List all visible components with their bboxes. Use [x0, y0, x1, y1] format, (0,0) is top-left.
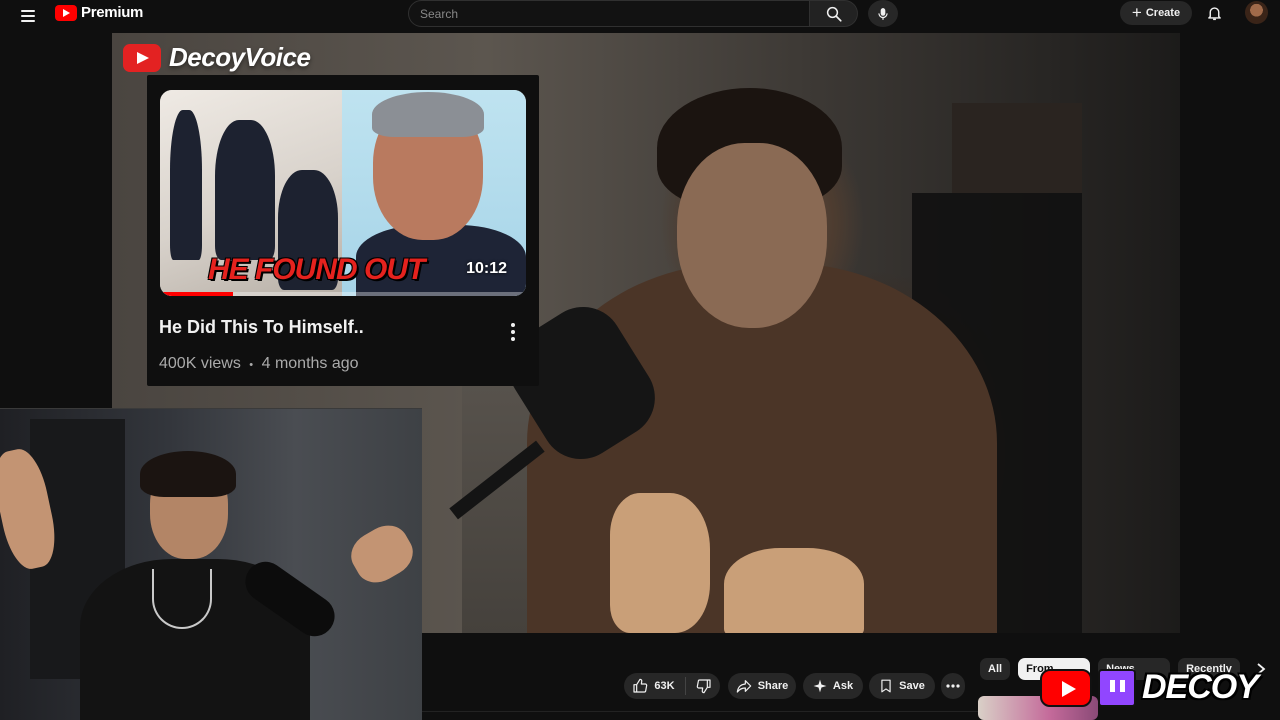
ask-button[interactable]: Ask: [803, 673, 863, 699]
avatar[interactable]: [1245, 1, 1268, 24]
twitch-icon: [1098, 668, 1136, 707]
video-duration: 10:12: [466, 260, 507, 277]
create-label: Create: [1145, 7, 1181, 19]
more-icon: [946, 684, 960, 688]
youtube-logo-icon: [1040, 668, 1092, 707]
channel-brand-banner: DecoyVoice: [123, 42, 311, 73]
youtube-logo-icon: [55, 4, 77, 21]
save-label: Save: [899, 680, 925, 692]
watch-progress-fill: [160, 292, 234, 296]
divider: [422, 711, 978, 720]
streamer-facecam: [0, 408, 422, 720]
view-count: 400K views: [159, 355, 241, 372]
facecam-chain: [152, 569, 212, 629]
share-label: Share: [757, 680, 789, 692]
dislike-button[interactable]: [692, 678, 712, 694]
notifications-button[interactable]: [1202, 2, 1226, 24]
youtube-logo-icon: [123, 43, 161, 72]
masthead: Premium + Create: [0, 0, 1280, 32]
search-icon: [826, 6, 842, 22]
more-options-icon[interactable]: [505, 319, 521, 345]
like-button[interactable]: 63K: [632, 677, 686, 695]
like-count: 63K: [654, 680, 675, 692]
video-thumbnail[interactable]: HE FOUND OUT 10:12: [160, 90, 526, 296]
youtube-premium-logo[interactable]: Premium: [55, 4, 143, 21]
share-icon: [736, 680, 751, 693]
video-scene-cabinet: [952, 103, 1082, 193]
video-scene-patch: [724, 548, 864, 633]
plus-icon: +: [1131, 2, 1142, 22]
mic-icon: [878, 7, 888, 20]
like-dislike-group: 63K: [624, 673, 720, 699]
share-button[interactable]: Share: [728, 673, 796, 699]
search-box[interactable]: [408, 0, 810, 27]
thumbnail-man-hair: [372, 92, 484, 137]
ask-label: Ask: [832, 680, 854, 692]
search-button[interactable]: [810, 0, 858, 27]
facecam-hair: [140, 451, 236, 497]
video-title[interactable]: He Did This To Himself..: [159, 317, 364, 338]
voice-search-button[interactable]: [868, 0, 898, 27]
search-input[interactable]: [420, 6, 809, 21]
facecam-hand: [343, 517, 421, 591]
video-scene-face: [677, 143, 827, 328]
streamer-name: DECOY: [1142, 668, 1259, 706]
create-button[interactable]: + Create: [1120, 1, 1192, 25]
thumbnail-figure: [215, 120, 275, 260]
save-icon: [881, 679, 891, 693]
chip-all[interactable]: All: [980, 658, 1011, 680]
streamer-branding: DECOY: [1040, 668, 1259, 707]
more-actions-button[interactable]: [941, 673, 965, 699]
video-scene-patch: [610, 493, 710, 633]
sparkle-icon: [813, 679, 827, 693]
upload-age: 4 months ago: [261, 355, 359, 372]
bell-icon: [1207, 7, 1221, 21]
thumbnail-caption: HE FOUND OUT: [208, 253, 425, 286]
thumbnail-figure: [170, 110, 202, 260]
meta-separator: •: [249, 359, 254, 371]
dislike-icon: [696, 679, 711, 694]
logo-text: Premium: [81, 4, 144, 21]
menu-icon[interactable]: [14, 5, 42, 27]
video-card[interactable]: HE FOUND OUT 10:12 He Did This To Himsel…: [147, 75, 539, 386]
save-button[interactable]: Save: [869, 673, 935, 699]
like-icon: [633, 678, 648, 693]
channel-brand-name: DecoyVoice: [169, 42, 311, 72]
video-meta: 400K views • 4 months ago: [159, 355, 359, 373]
watch-progress-bar: [160, 292, 526, 296]
